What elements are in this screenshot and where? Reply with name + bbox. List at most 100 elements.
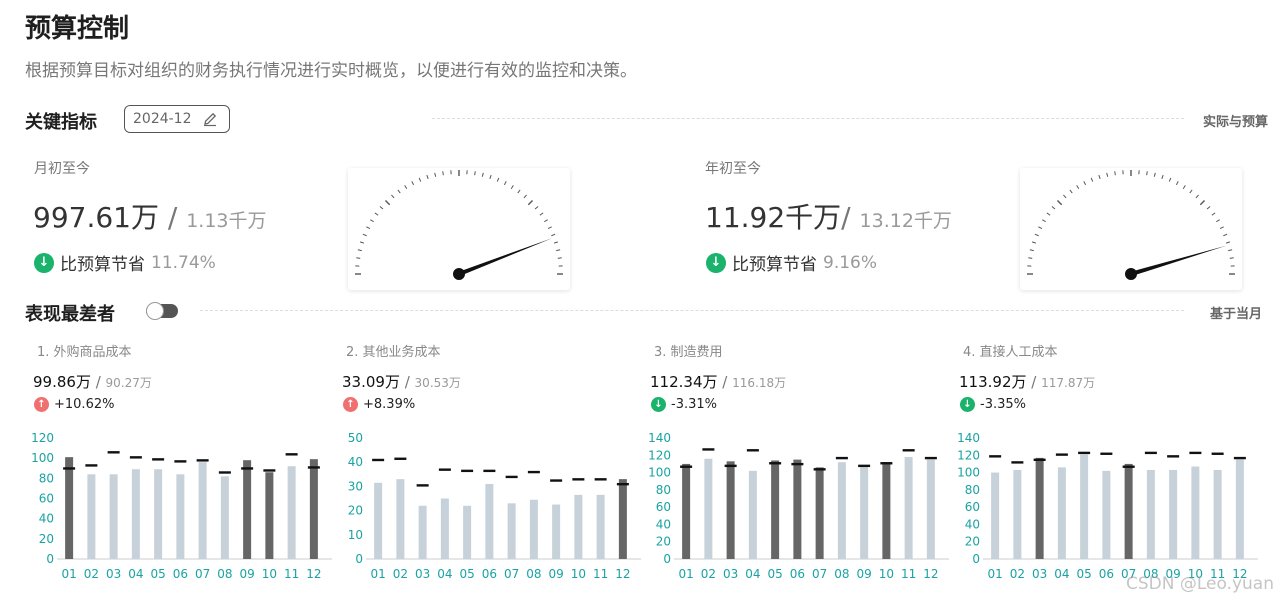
gauge-tick (1098, 174, 1101, 180)
card-value: 112.34万 / 116.18万 (650, 371, 786, 392)
budget-marker (1122, 465, 1135, 468)
budget-marker (616, 482, 629, 486)
card-budget: 117.87万 (1041, 376, 1096, 390)
gauge-tick (544, 219, 548, 223)
x-tick-label: 03 (106, 567, 121, 581)
bar-actual (1146, 469, 1155, 559)
gauge-tick (1199, 199, 1206, 206)
gauge-tick (357, 249, 362, 252)
budget-marker (680, 465, 693, 468)
bar-actual (485, 483, 494, 559)
card-actual: 113.92万 (959, 373, 1027, 391)
gauge-tick (1229, 257, 1234, 259)
bar-actual (109, 474, 118, 559)
budget-marker (1055, 453, 1068, 456)
card-actual: 112.34万 (650, 373, 718, 391)
gauge-needle (1130, 245, 1227, 277)
card-value: 33.09万 / 30.53万 (342, 371, 461, 392)
bar-actual (904, 457, 913, 559)
x-tick-label: 09 (548, 567, 563, 581)
x-tick-label: 11 (284, 567, 299, 581)
ytd-saving-label: 比预算节省 (732, 255, 817, 275)
mtd-gauge (348, 168, 570, 290)
card-budget: 30.53万 (414, 376, 461, 390)
x-tick-label: 03 (723, 567, 738, 581)
x-tick-label: 01 (370, 567, 385, 581)
gauge-tick (489, 174, 492, 180)
card-name: 制造费用 (670, 345, 723, 360)
gauge-tick (1206, 206, 1211, 210)
y-tick-label: 100 (957, 466, 980, 480)
budget-marker (527, 470, 540, 474)
gauge-tick (1083, 181, 1087, 186)
gauge-tick (1146, 171, 1148, 176)
budget-marker (438, 468, 451, 471)
date-picker[interactable]: 2024-12 (124, 105, 230, 133)
gauge-tick (366, 226, 371, 230)
gauge-tick (442, 171, 444, 176)
gauge-tick (362, 233, 367, 237)
x-tick-label: 06 (173, 567, 188, 581)
bar-actual (265, 472, 274, 559)
bar-actual (220, 476, 229, 559)
gauge-tick (1051, 206, 1056, 210)
bar-actual (793, 459, 802, 559)
budget-marker (263, 469, 276, 472)
y-tick-label: 100 (31, 451, 54, 465)
y-tick-label: 0 (972, 552, 980, 566)
x-tick-label: 10 (262, 567, 277, 581)
bar-actual (748, 470, 757, 559)
mtd-saving-pct: 11.74% (151, 252, 216, 273)
bar-actual (926, 459, 935, 559)
bar-actual (1080, 454, 1089, 559)
gauge-tick (1063, 194, 1067, 199)
y-tick-label: 0 (355, 552, 363, 566)
ytd-budget: 13.12千万 (859, 210, 952, 232)
y-tick-label: 60 (39, 492, 54, 506)
card-actual: 99.86万 (33, 373, 91, 391)
y-tick-label: 140 (648, 431, 671, 445)
bar-actual (837, 462, 846, 559)
ytd-separator: / (841, 201, 860, 234)
y-tick-label: 40 (965, 517, 980, 531)
y-tick-label: 60 (965, 500, 980, 514)
gauge-tick (1056, 199, 1063, 206)
budget-marker (63, 467, 76, 470)
budget-marker (924, 456, 937, 460)
gauge-tick (1046, 212, 1051, 216)
budget-marker (813, 468, 826, 471)
budget-marker (372, 458, 385, 462)
ytd-value: 11.92千万/ 13.12千万 (705, 196, 952, 236)
budget-marker (1144, 451, 1157, 455)
budget-marker (724, 464, 737, 468)
gauge-tick (434, 172, 437, 177)
gauge-tick (359, 241, 365, 244)
gauge-tick (553, 241, 559, 244)
gauge-tick (418, 177, 422, 182)
mtd-saving: ↓ 比预算节省 11.74% (34, 250, 216, 275)
arrow-up-icon: ↑ (343, 397, 358, 412)
x-tick-label: 01 (61, 567, 76, 581)
bar-actual (682, 463, 691, 559)
worst-toggle[interactable] (146, 302, 178, 320)
arrow-down-icon: ↓ (706, 252, 726, 273)
x-tick-label: 12 (923, 567, 938, 581)
gauge-tick (523, 194, 527, 199)
x-tick-label: 05 (459, 567, 474, 581)
gauge-tick (534, 206, 539, 210)
gauge-tick (1090, 177, 1094, 182)
budget-marker (1189, 451, 1202, 455)
bar-actual (463, 505, 472, 559)
bar-actual (1235, 459, 1244, 559)
x-tick-label: 03 (415, 567, 430, 581)
edit-icon[interactable] (202, 111, 218, 127)
gauge-tick (1029, 249, 1034, 252)
budget-marker (791, 462, 804, 466)
bar-actual (507, 503, 516, 559)
budget-marker (218, 471, 231, 474)
gauge-tick (1028, 257, 1033, 259)
gauge-tick (503, 181, 507, 186)
card-bar-chart: 0 10 20 30 40 50 01 02 03 04 05 06 07 08 09 10 11 12 (348, 431, 641, 581)
bar-actual (1191, 466, 1200, 559)
y-tick-label: 80 (656, 483, 671, 497)
